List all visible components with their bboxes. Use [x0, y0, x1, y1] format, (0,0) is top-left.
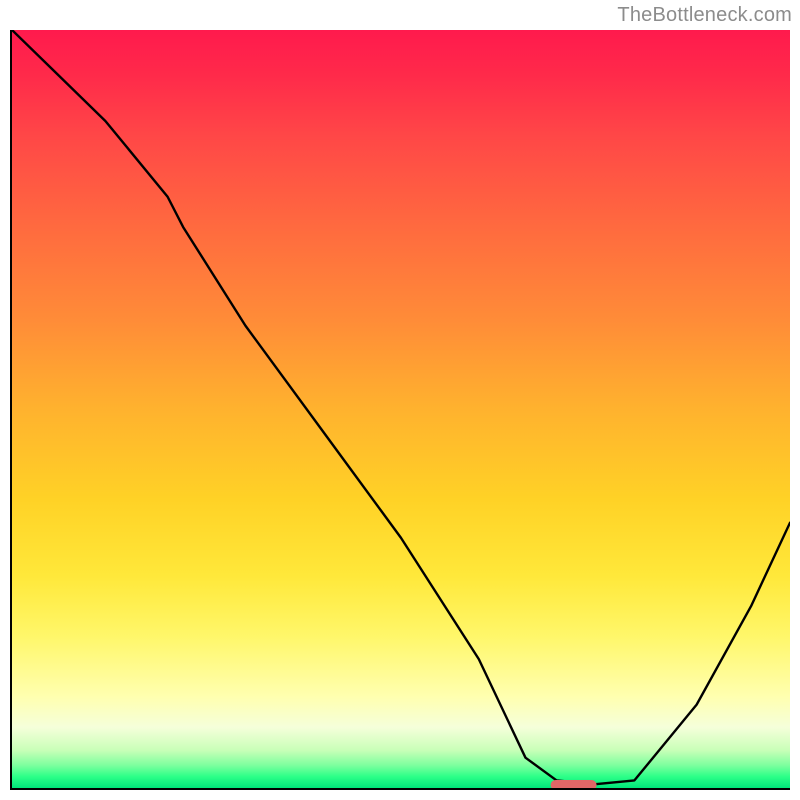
chart-container: TheBottleneck.com [0, 0, 800, 800]
optimum-marker [550, 780, 597, 790]
plot-area [10, 30, 790, 790]
bottleneck-curve [12, 30, 790, 784]
watermark-text: TheBottleneck.com [617, 4, 792, 27]
curve-svg [12, 30, 790, 788]
